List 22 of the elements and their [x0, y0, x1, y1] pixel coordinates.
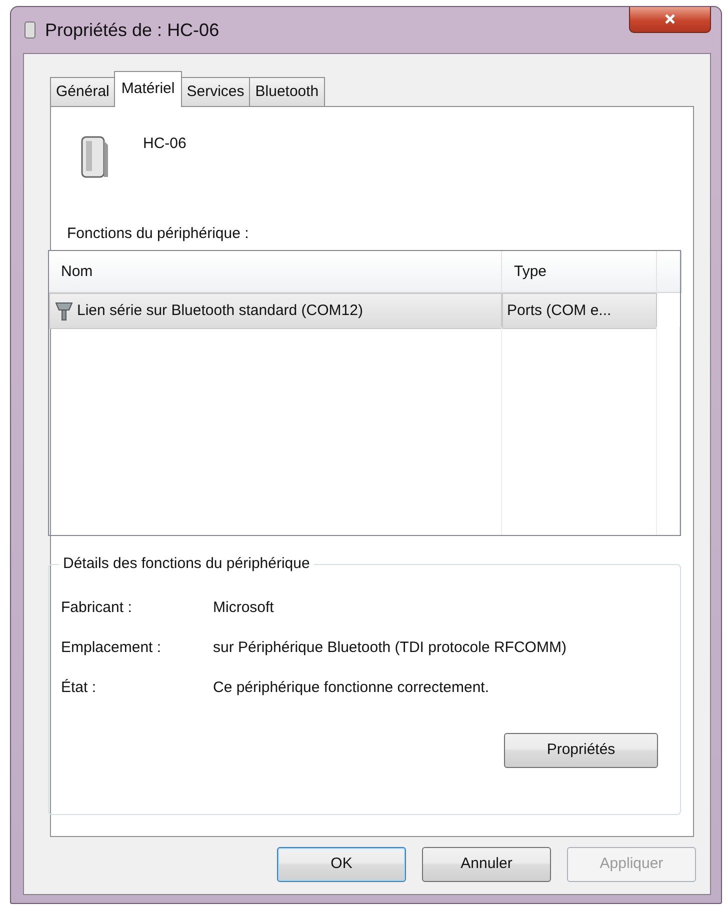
- close-icon: [664, 13, 676, 26]
- device-icon: [23, 21, 37, 39]
- device-name: HC-06: [143, 134, 186, 154]
- window-title: Propriétés de : HC-06: [45, 18, 220, 42]
- properties-button[interactable]: Propriétés: [504, 732, 658, 768]
- tab[interactable]: Général: [50, 76, 116, 106]
- port-icon: [54, 300, 74, 322]
- tab[interactable]: Services: [180, 76, 250, 106]
- list-item[interactable]: Ports (COM e...: [502, 292, 657, 329]
- field-value: sur Périphérique Bluetooth (TDI protocole RFCOMM): [213, 638, 568, 658]
- field-label: Emplacement :: [61, 638, 162, 658]
- close-button[interactable]: [629, 7, 711, 33]
- field-value: Ce périphérique fonctionne correctement.: [213, 678, 490, 698]
- dialog-button[interactable]: OK: [277, 847, 406, 882]
- tab[interactable]: Bluetooth: [249, 76, 325, 106]
- section-label: Fonctions du périphérique :: [66, 224, 249, 244]
- field-label: État :: [61, 678, 98, 698]
- dialog-button[interactable]: Annuler: [422, 847, 551, 882]
- field-value: Microsoft: [213, 598, 275, 618]
- field-label: Fabricant :: [61, 598, 133, 618]
- tab[interactable]: Matériel: [114, 70, 182, 107]
- list-row-cell[interactable]: Lien série sur Bluetooth standard (COM12): [49, 292, 502, 329]
